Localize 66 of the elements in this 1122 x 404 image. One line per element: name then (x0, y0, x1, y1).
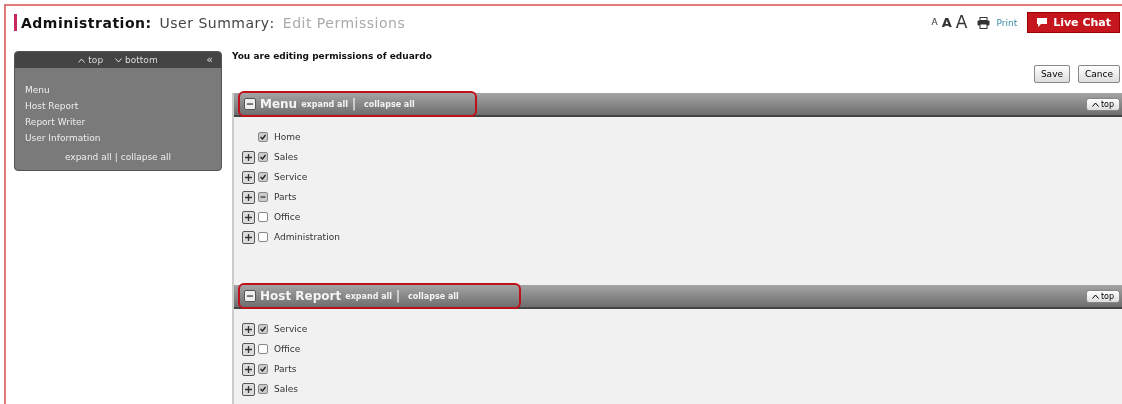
section-title: Menu (260, 97, 298, 111)
caret-up-icon (1091, 101, 1099, 107)
top-button[interactable]: top (1085, 97, 1120, 111)
separator: | (352, 97, 357, 111)
permission-label: Parts (274, 364, 297, 374)
sidebar-item[interactable]: Host Report (25, 98, 211, 114)
font-size-button[interactable]: A (941, 16, 952, 29)
caret-up-icon (1091, 293, 1099, 299)
permission-label: Sales (274, 384, 298, 394)
expand-all-link[interactable]: expand all (64, 152, 112, 162)
sidebar-item[interactable]: User Information (25, 130, 211, 146)
expand-icon[interactable] (242, 170, 255, 184)
speech-bubble-icon (1036, 17, 1049, 28)
separator: | (396, 289, 401, 303)
expand-icon[interactable] (242, 322, 255, 336)
checkbox[interactable] (258, 192, 268, 202)
collapse-all-link[interactable]: collapse all (120, 152, 172, 162)
permission-label: Office (274, 344, 301, 354)
collapse-section-icon[interactable] (244, 290, 256, 302)
breadcrumb-item[interactable]: Administration (21, 14, 146, 31)
checkbox[interactable] (258, 132, 268, 142)
expand-icon[interactable] (242, 342, 255, 356)
sidebar-item[interactable]: Menu (25, 82, 211, 98)
save-button[interactable]: Save (1033, 65, 1070, 83)
caret-up-icon (78, 57, 86, 63)
top-button[interactable]: top (1085, 289, 1120, 303)
sidebar-nav-link[interactable]: bottom (115, 55, 158, 65)
permission-label: Service (274, 324, 308, 334)
expand-icon[interactable] (242, 382, 255, 396)
expand-icon[interactable] (242, 362, 255, 376)
separator: | (114, 152, 118, 162)
checkbox[interactable] (258, 364, 268, 374)
checkbox[interactable] (258, 152, 268, 162)
permission-label: Administration (274, 232, 340, 242)
print-link[interactable]: Print (996, 17, 1018, 28)
sidebar-item[interactable]: Report Writer (25, 114, 211, 130)
expand-icon[interactable] (242, 150, 255, 164)
permission-label: Parts (274, 192, 297, 202)
intro-text: You are editing permissions of eduardo (232, 51, 433, 63)
section-title: Host Report (260, 289, 342, 303)
font-size-button[interactable]: A (955, 14, 968, 31)
breadcrumb-separator: : (145, 14, 152, 31)
expand-icon[interactable] (242, 230, 255, 244)
permission-label: Service (274, 172, 308, 182)
permission-label: Sales (274, 152, 298, 162)
checkbox[interactable] (258, 344, 268, 354)
checkbox[interactable] (258, 232, 268, 242)
sidebar-nav-link[interactable]: top (78, 55, 104, 65)
checkbox[interactable] (258, 212, 268, 222)
caret-down-icon (115, 57, 123, 63)
expand-icon[interactable] (242, 190, 255, 204)
breadcrumb-separator: : (269, 14, 275, 31)
checkbox[interactable] (258, 324, 268, 334)
cancel-button[interactable]: Cance (1078, 65, 1120, 83)
breadcrumb-item: Edit Permissions (282, 14, 406, 31)
live-chat-button[interactable]: Live Chat (1027, 12, 1120, 33)
checkbox[interactable] (258, 384, 268, 394)
breadcrumb-item[interactable]: User Summary (159, 14, 270, 31)
printer-icon[interactable] (977, 16, 991, 29)
collapse-sidebar-button[interactable]: « (206, 53, 213, 66)
permission-label: Office (274, 212, 301, 222)
font-size-button[interactable]: A (931, 18, 938, 27)
collapse-section-icon[interactable] (244, 98, 256, 110)
permission-label: Home (274, 132, 301, 142)
expand-icon[interactable] (242, 210, 255, 224)
checkbox[interactable] (258, 172, 268, 182)
